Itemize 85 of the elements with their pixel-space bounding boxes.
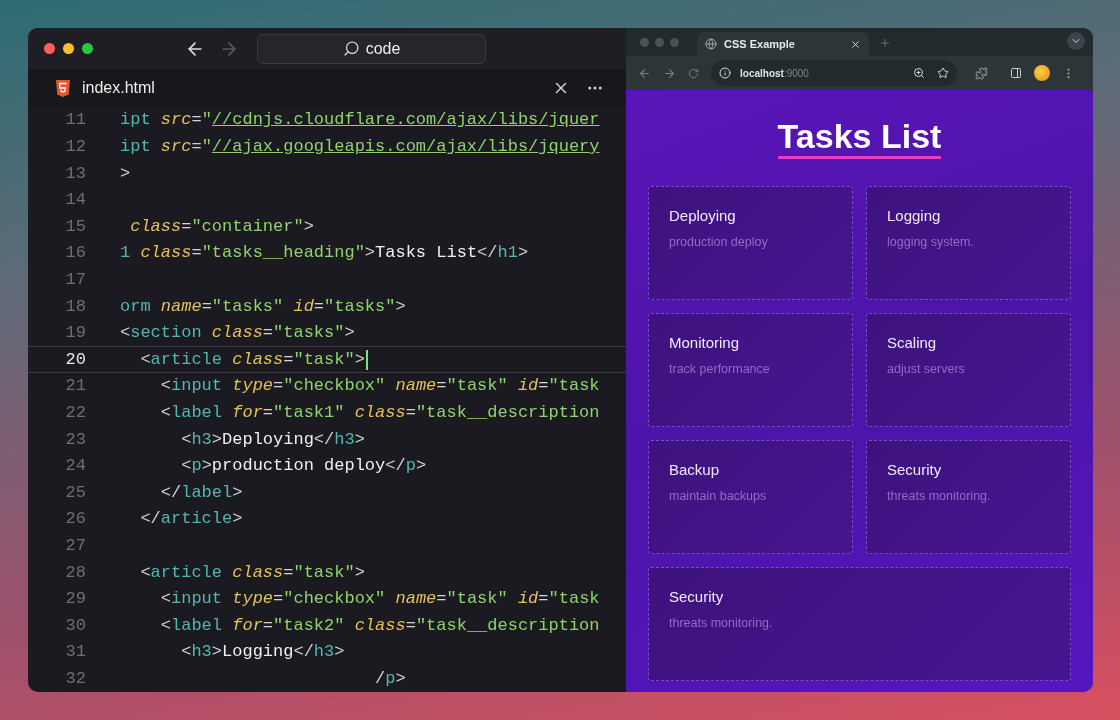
- task-title: Scaling: [887, 333, 938, 353]
- line-number: 19: [64, 322, 86, 345]
- line-number: 11: [64, 109, 86, 132]
- task-description: logging system.: [887, 233, 975, 251]
- task-card[interactable]: Monitoring track performance: [648, 313, 853, 427]
- task-description: threats monitoring.: [887, 487, 992, 505]
- code-line: >: [120, 162, 131, 185]
- code-line: </article>: [139, 508, 243, 531]
- code-line: <h3>Deploying</h3>: [180, 428, 365, 451]
- line-number: 13: [64, 162, 86, 185]
- task-description: threats monitoring.: [669, 614, 774, 632]
- line-number: 12: [64, 136, 86, 159]
- code-line: <section class="tasks">: [120, 322, 355, 345]
- code-line: <input type="checkbox" name="task" id="task: [159, 375, 600, 398]
- code-line: <p>production deploy</p>: [180, 455, 427, 478]
- task-card[interactable]: Security threats monitoring.: [648, 567, 1071, 681]
- task-card[interactable]: Scaling adjust servers: [866, 313, 1071, 427]
- address-bar[interactable]: localhost:9000: [711, 60, 957, 86]
- line-number: 14: [64, 189, 86, 212]
- line-number: 27: [64, 535, 86, 557]
- task-title: Deploying: [669, 206, 737, 226]
- file-tab[interactable]: index.html: [82, 76, 155, 101]
- tab-list-button[interactable]: [1067, 32, 1085, 50]
- command-search-field[interactable]: code: [257, 33, 486, 64]
- line-number: 32: [64, 667, 86, 690]
- task-description: adjust servers: [887, 360, 966, 378]
- line-number: 21: [64, 375, 86, 398]
- code-line: ipt src="//ajax.googleapis.com/ajax/libs/jquery: [120, 136, 600, 159]
- task-description: maintain backups: [669, 487, 768, 505]
- close-tab-icon[interactable]: [850, 38, 861, 50]
- line-number: 31: [64, 641, 86, 664]
- code-line: class="container">: [129, 215, 314, 238]
- line-number: 28: [64, 561, 86, 584]
- line-number: 29: [64, 588, 86, 611]
- line-number: 17: [64, 269, 86, 292]
- task-title: Monitoring: [669, 333, 741, 353]
- line-number: 16: [64, 242, 86, 265]
- reload-icon[interactable]: [688, 67, 699, 79]
- task-card[interactable]: Security threats monitoring.: [866, 440, 1071, 554]
- code-line: <input type="checkbox" name="task" id="task: [159, 588, 600, 611]
- page-heading: Tasks List: [777, 117, 942, 159]
- line-number: 30: [64, 614, 86, 637]
- code-line: </label>: [159, 481, 243, 504]
- zoom-window-button[interactable]: [82, 43, 93, 55]
- url-text: localhost:9000: [740, 66, 810, 81]
- search-icon: [342, 40, 360, 58]
- text-caret: [365, 349, 368, 370]
- zoom-icon[interactable]: [913, 67, 925, 79]
- site-info-icon[interactable]: [719, 67, 731, 79]
- html-file-icon: [56, 79, 70, 97]
- minimize-window-button[interactable]: [63, 43, 74, 55]
- task-title: Backup: [669, 460, 721, 480]
- task-title: Security: [887, 460, 943, 480]
- forward-icon[interactable]: [663, 66, 676, 80]
- close-window-button[interactable]: [44, 43, 55, 55]
- code-line: <article class="task">: [139, 561, 365, 584]
- task-title: Logging: [887, 206, 942, 226]
- profile-avatar[interactable]: [1034, 65, 1050, 81]
- extensions-icon[interactable]: [975, 66, 988, 80]
- code-line: orm name="tasks" id="tasks">: [120, 295, 406, 318]
- browser-tab[interactable]: CSS Example: [697, 32, 869, 56]
- code-line: /p>: [374, 667, 406, 690]
- task-card[interactable]: Backup maintain backups: [648, 440, 853, 554]
- globe-icon: [705, 38, 717, 50]
- task-description: production deploy: [669, 233, 769, 251]
- code-line: <label for="task1" class="task__description: [159, 402, 600, 424]
- code-line: ipt src="//cdnjs.cloudflare.com/ajax/libs/jquer: [120, 109, 600, 132]
- line-number: 22: [64, 402, 86, 424]
- line-number: 26: [64, 508, 86, 531]
- task-card[interactable]: Deploying production deploy: [648, 186, 853, 300]
- line-number: 20: [64, 348, 86, 371]
- line-number: 23: [64, 428, 86, 451]
- line-number: 15: [64, 215, 86, 238]
- code-line: 1 class="tasks__heading">Tasks List</h1>: [120, 242, 529, 265]
- line-number: 24: [64, 455, 86, 478]
- side-panel-icon[interactable]: [1010, 67, 1022, 79]
- line-number: 18: [64, 295, 86, 318]
- task-description: track performance: [669, 360, 771, 378]
- code-line: <article class="task">: [139, 348, 365, 371]
- task-title: Security: [669, 587, 725, 607]
- code-line: <label for="task2" class="task__description: [159, 614, 600, 637]
- task-card[interactable]: Logging logging system.: [866, 186, 1071, 300]
- line-number: 25: [64, 481, 86, 504]
- bookmark-star-icon[interactable]: [937, 67, 949, 79]
- code-line: <h3>Logging</h3>: [180, 641, 345, 664]
